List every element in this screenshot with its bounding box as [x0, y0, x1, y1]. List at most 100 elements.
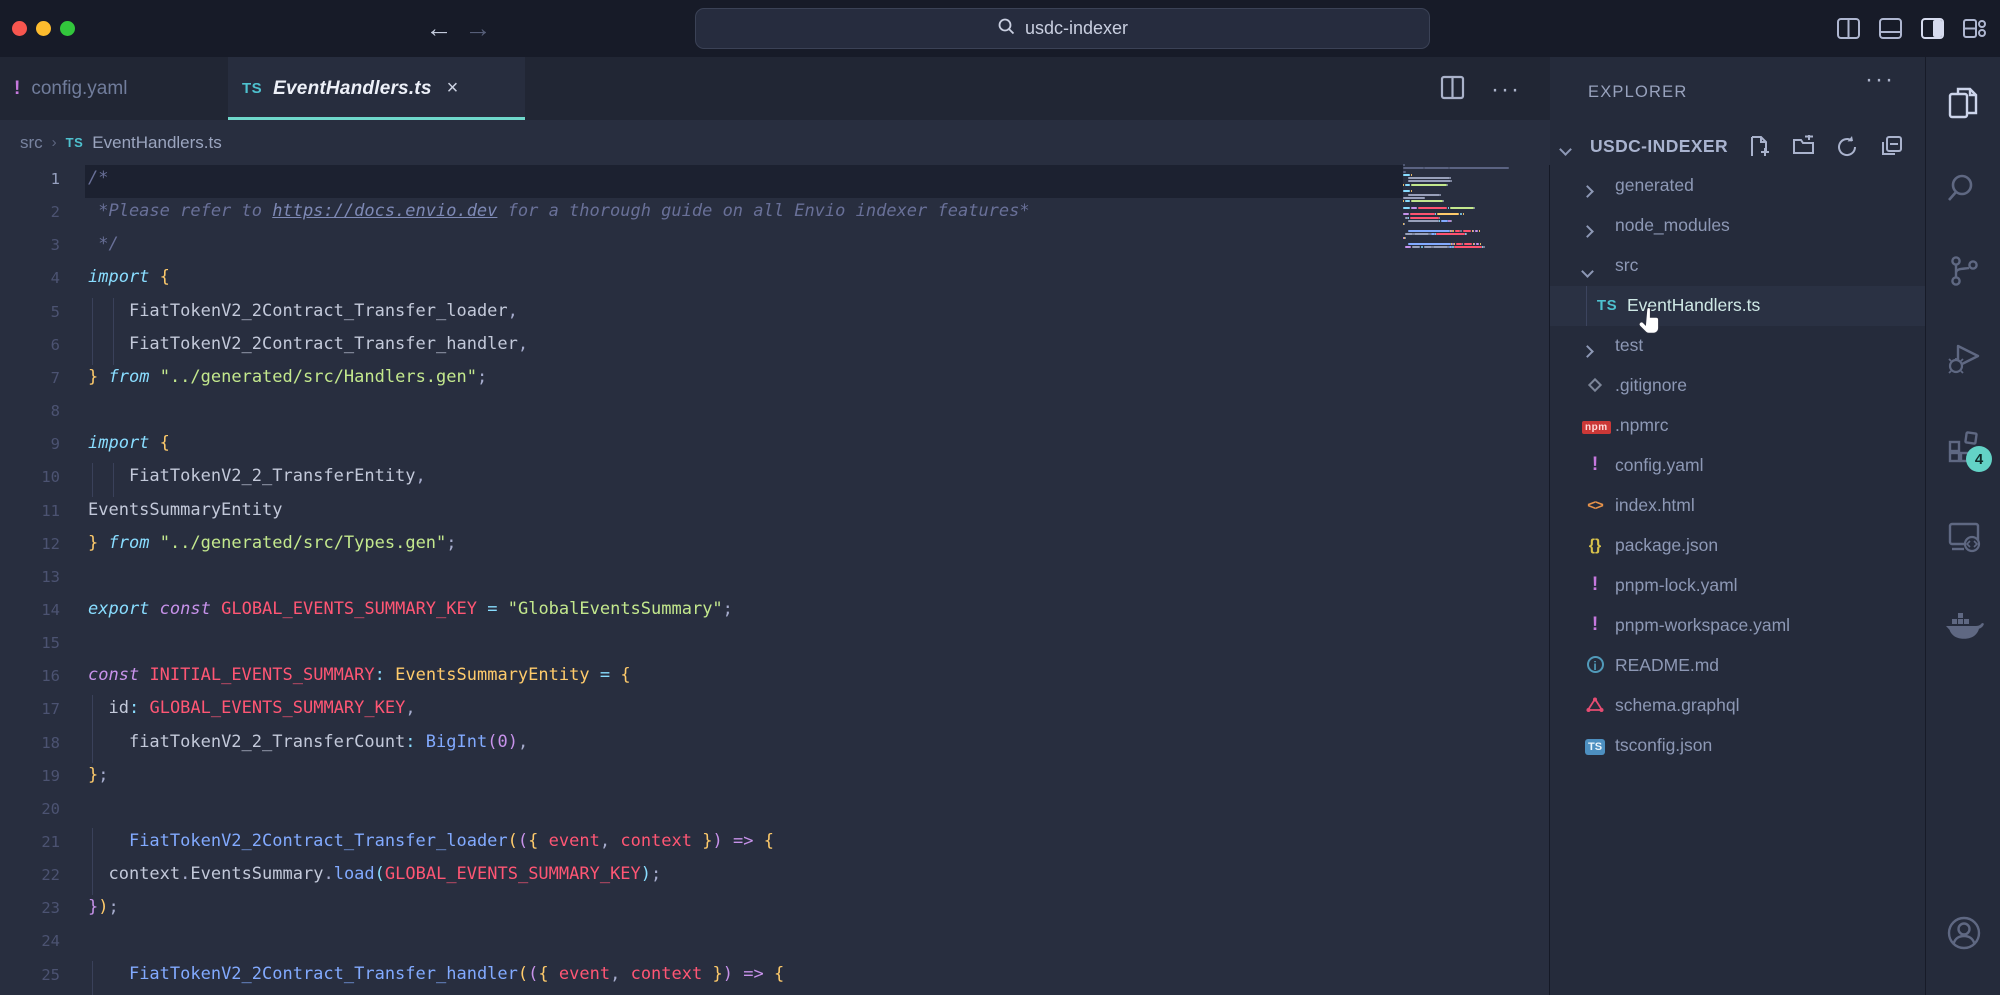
tree-item-eventhandlers-ts[interactable]: TSEventHandlers.ts [1550, 286, 1925, 326]
tree-item-pnpm-lock-yaml[interactable]: !pnpm-lock.yaml [1550, 566, 1925, 606]
minimap[interactable] [1403, 158, 1535, 322]
explorer-more-actions-icon[interactable]: ··· [1865, 75, 1895, 85]
ts-icon: TS [242, 80, 262, 97]
tree-item--npmrc[interactable]: npm.npmrc [1550, 406, 1925, 446]
activity-run-debug-button[interactable] [1926, 332, 2000, 388]
tab-eventhandlers-ts[interactable]: TS EventHandlers.ts × [228, 57, 525, 120]
code-line-14[interactable]: 14export const GLOBAL_EVENTS_SUMMARY_KEY… [0, 596, 1550, 630]
code-line-15[interactable]: 15 [0, 629, 1550, 663]
activity-source-control-button[interactable] [1926, 245, 2000, 301]
html-icon: <> [1582, 494, 1608, 515]
activity-search-button[interactable] [1926, 162, 2000, 218]
line-number: 9 [0, 435, 60, 453]
code-line-21[interactable]: 21 FiatTokenV2_2Contract_Transfer_loader… [0, 828, 1550, 862]
activity-explorer-button[interactable] [1926, 77, 2000, 133]
activity-docker-button[interactable] [1926, 600, 2000, 656]
project-name: USDC-INDEXER [1590, 136, 1728, 157]
tab-config-yaml[interactable]: ! config.yaml [0, 57, 212, 120]
history-forward-button[interactable]: → [461, 13, 495, 43]
file-tree: generated node_modulessrc TSEventHandlers.… [1550, 166, 1925, 766]
line-number: 18 [0, 734, 60, 752]
activity-remote-explorer-button[interactable] [1926, 510, 2000, 566]
code-line-13[interactable]: 13 [0, 563, 1550, 597]
line-number: 24 [0, 932, 60, 950]
window-controls [12, 21, 75, 36]
tree-item-index-html[interactable]: <>index.html [1550, 486, 1925, 526]
code-line-4[interactable]: 4import { [0, 264, 1550, 298]
refresh-icon[interactable] [1836, 135, 1859, 163]
search-icon [1946, 170, 1982, 211]
tree-item-src[interactable]: src [1550, 246, 1925, 286]
account-icon [1946, 915, 1982, 956]
breadcrumb-folder[interactable]: src [20, 133, 43, 153]
tree-item-label: pnpm-workspace.yaml [1615, 615, 1790, 636]
code-line-18[interactable]: 18 fiatTokenV2_2_TransferCount: BigInt(0… [0, 729, 1550, 763]
docker-whale-icon [1944, 609, 1984, 648]
new-file-icon[interactable] [1748, 135, 1771, 163]
files-icon [1946, 85, 1982, 126]
code-line-2[interactable]: 2 *Please refer to https://docs.envio.de… [0, 198, 1550, 232]
tree-item-package-json[interactable]: {}package.json [1550, 526, 1925, 566]
explorer-title: EXPLORER [1588, 83, 1687, 102]
activity-bar: 4 [1925, 57, 2000, 995]
project-root-row[interactable]: USDC-INDEXER [1550, 127, 1925, 167]
code-line-24[interactable]: 24 [0, 927, 1550, 961]
collapse-all-icon[interactable] [1880, 135, 1903, 163]
new-folder-icon[interactable] [1792, 135, 1815, 163]
line-number: 7 [0, 369, 60, 387]
code-line-7[interactable]: 7} from "../generated/src/Handlers.gen"; [0, 364, 1550, 398]
close-window-button[interactable] [12, 21, 27, 36]
line-number: 17 [0, 700, 60, 718]
minimize-window-button[interactable] [36, 21, 51, 36]
line-number: 2 [0, 203, 60, 221]
code-editor[interactable]: 1/*2 *Please refer to https://docs.envio… [0, 165, 1550, 995]
tree-item-readme-md[interactable]: iREADME.md [1550, 646, 1925, 686]
toggle-secondary-sidebar-icon[interactable] [1920, 16, 1945, 41]
code-line-23[interactable]: 23}); [0, 894, 1550, 928]
code-line-12[interactable]: 12} from "../generated/src/Types.gen"; [0, 530, 1550, 564]
activity-account-button[interactable] [1926, 907, 2000, 963]
activity-extensions-button[interactable]: 4 [1926, 420, 2000, 476]
tree-item-label: node_modules [1615, 215, 1730, 236]
tree-item-label: src [1615, 255, 1638, 276]
code-line-5[interactable]: 5 FiatTokenV2_2Contract_Transfer_loader, [0, 298, 1550, 332]
more-actions-icon[interactable]: ··· [1491, 85, 1521, 95]
tree-item-test[interactable]: test [1550, 326, 1925, 366]
tree-item-node-modules[interactable]: node_modules [1550, 206, 1925, 246]
zoom-window-button[interactable] [60, 21, 75, 36]
tree-item-config-yaml[interactable]: !config.yaml [1550, 446, 1925, 486]
tree-item-pnpm-workspace-yaml[interactable]: !pnpm-workspace.yaml [1550, 606, 1925, 646]
tree-item-tsconfig-json[interactable]: TStsconfig.json [1550, 726, 1925, 766]
code-line-17[interactable]: 17 id: GLOBAL_EVENTS_SUMMARY_KEY, [0, 695, 1550, 729]
code-line-25[interactable]: 25 FiatTokenV2_2Contract_Transfer_handle… [0, 961, 1550, 995]
split-editor-icon[interactable] [1440, 75, 1465, 105]
line-number: 25 [0, 966, 60, 984]
ts-icon: TS [1594, 294, 1620, 315]
code-line-10[interactable]: 10 FiatTokenV2_2_TransferEntity, [0, 463, 1550, 497]
code-line-16[interactable]: 16const INITIAL_EVENTS_SUMMARY: EventsSu… [0, 662, 1550, 696]
tree-item--gitignore[interactable]: .gitignore [1550, 366, 1925, 406]
code-line-8[interactable]: 8 [0, 397, 1550, 431]
code-line-3[interactable]: 3 */ [0, 231, 1550, 265]
code-line-20[interactable]: 20 [0, 795, 1550, 829]
history-back-button[interactable]: ← [422, 13, 456, 43]
command-center-search[interactable]: usdc-indexer [695, 8, 1430, 49]
close-tab-icon[interactable]: × [447, 77, 459, 100]
code-line-9[interactable]: 9import { [0, 430, 1550, 464]
code-line-22[interactable]: 22 context.EventsSummary.load(GLOBAL_EVE… [0, 861, 1550, 895]
line-number: 19 [0, 767, 60, 785]
code-line-6[interactable]: 6 FiatTokenV2_2Contract_Transfer_handler… [0, 331, 1550, 365]
code-line-1[interactable]: 1/* [0, 165, 1550, 199]
tree-item-schema-graphql[interactable]: schema.graphql [1550, 686, 1925, 726]
mouse-cursor [1636, 307, 1662, 340]
code-line-11[interactable]: 11EventsSummaryEntity [0, 497, 1550, 531]
toggle-panel-icon[interactable] [1878, 16, 1903, 41]
tree-item-generated[interactable]: generated [1550, 166, 1925, 206]
git-branch-icon [1946, 253, 1982, 294]
customize-layout-icon[interactable] [1962, 16, 1987, 41]
toggle-primary-sidebar-icon[interactable] [1836, 16, 1861, 41]
line-number: 21 [0, 833, 60, 851]
line-number: 6 [0, 336, 60, 354]
breadcrumb-file[interactable]: EventHandlers.ts [92, 133, 221, 153]
code-line-19[interactable]: 19}; [0, 762, 1550, 796]
